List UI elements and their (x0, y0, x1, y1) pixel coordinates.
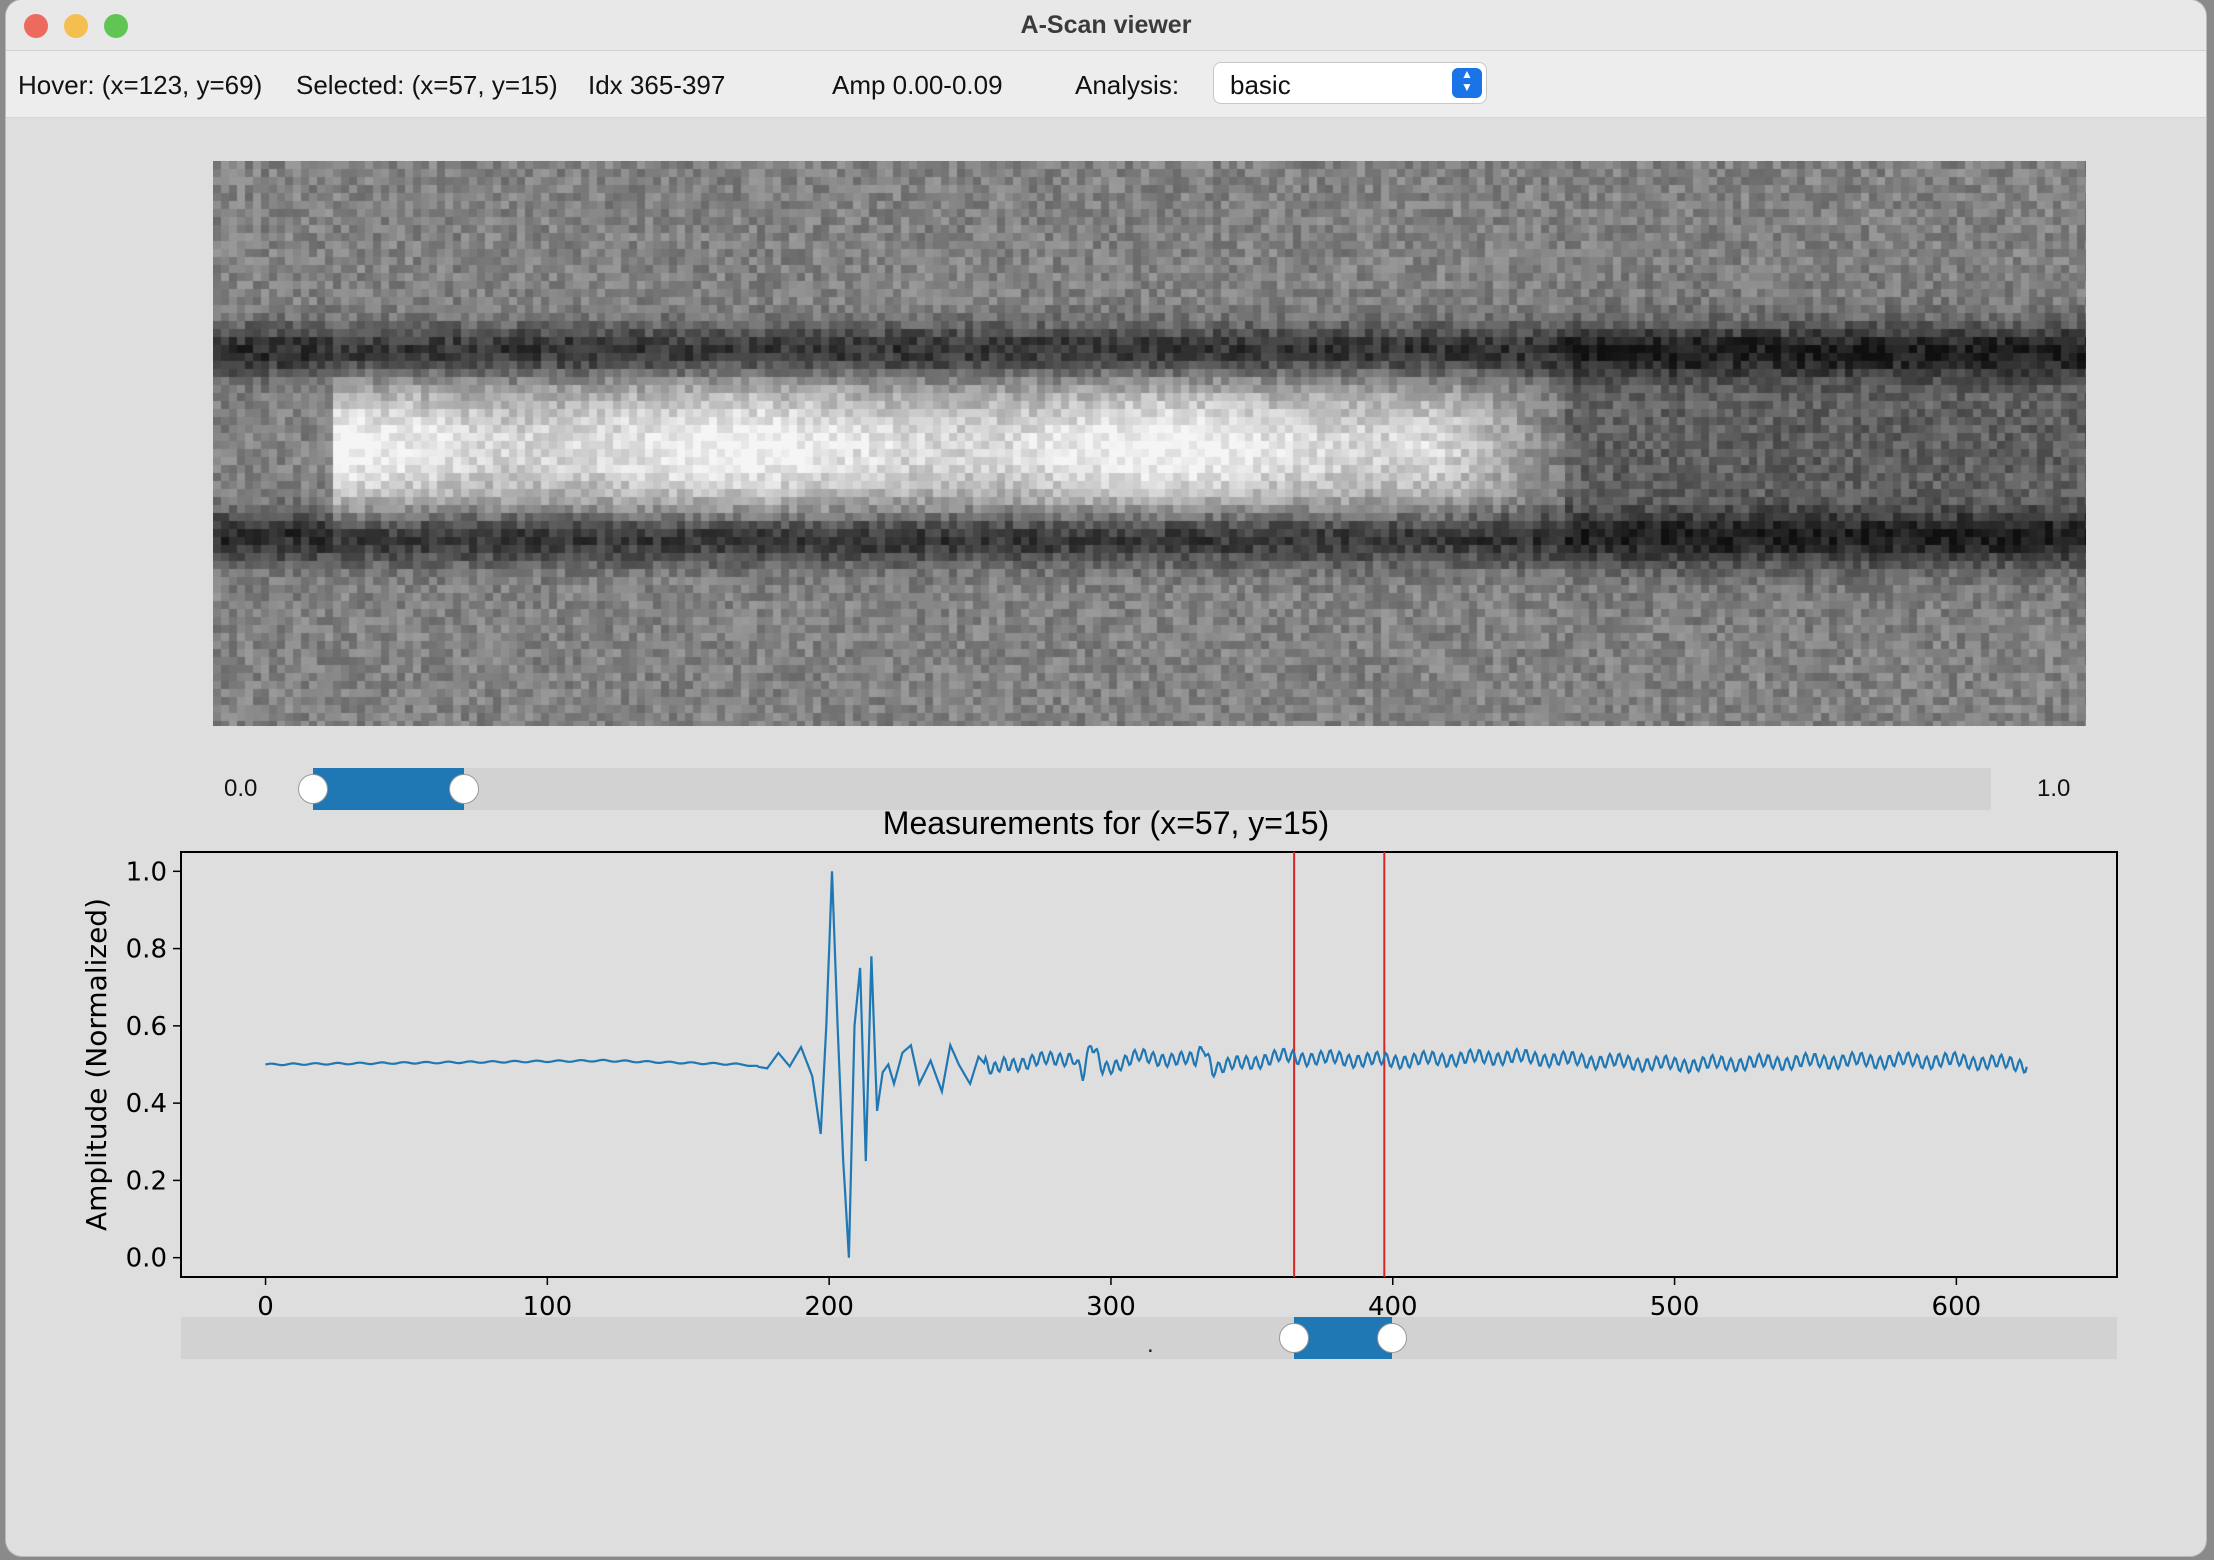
amp-slider-high-handle[interactable] (449, 774, 480, 804)
analysis-label: Analysis: (1075, 70, 1180, 100)
analysis-select[interactable]: basic ▲ ▼ (1213, 62, 1487, 104)
amplitude-range-readout: Amp 0.00-0.09 (832, 70, 1003, 100)
select-chevrons-icon: ▲ ▼ (1452, 68, 1482, 98)
hover-readout: Hover: (x=123, y=69) (18, 70, 263, 100)
index-slider-low-handle[interactable] (1279, 1323, 1310, 1353)
index-range-slider[interactable]: . (181, 1317, 2117, 1359)
selected-readout: Selected: (x=57, y=15) (296, 70, 558, 100)
index-range-readout: Idx 365-397 (588, 70, 726, 100)
app-window: A-Scan viewer Hover: (x=123, y=69) Selec… (6, 0, 2206, 1556)
amp-range-slider[interactable] (298, 768, 1991, 810)
y-tick-label: 0.8 (126, 935, 167, 965)
plot-title: Measurements for (x=57, y=15) (882, 805, 1330, 841)
index-slider-high-handle[interactable] (1377, 1323, 1408, 1353)
cscan-image[interactable] (213, 161, 2086, 726)
amp-slider-max-label: 1.0 (2037, 775, 2071, 802)
toolbar: Hover: (x=123, y=69) Selected: (x=57, y=… (6, 51, 2206, 118)
y-tick-label: 0.0 (126, 1244, 167, 1274)
y-tick-label: 0.4 (126, 1089, 167, 1119)
index-slider-marker: . (1147, 1331, 1154, 1358)
y-tick-label: 0.6 (126, 1012, 167, 1042)
series-line-amplitude (265, 871, 2028, 1258)
y-axis-label: Amplitude (Normalized) (80, 898, 113, 1231)
analysis-selected-value: basic (1230, 70, 1291, 100)
window-title: A-Scan viewer (1020, 11, 1192, 39)
y-tick-label: 0.2 (126, 1166, 167, 1196)
amp-slider-min-label: 0.0 (224, 775, 258, 802)
amp-slider-low-handle[interactable] (298, 774, 328, 804)
title-bar: A-Scan viewer (6, 0, 2206, 51)
amp-slider-fill (313, 768, 465, 810)
y-tick-label: 1.0 (126, 857, 167, 887)
ascan-plot[interactable]: 0 100 200 300 400 500 6000.00.20.40.60.81.0 Am… (6, 840, 2206, 1400)
